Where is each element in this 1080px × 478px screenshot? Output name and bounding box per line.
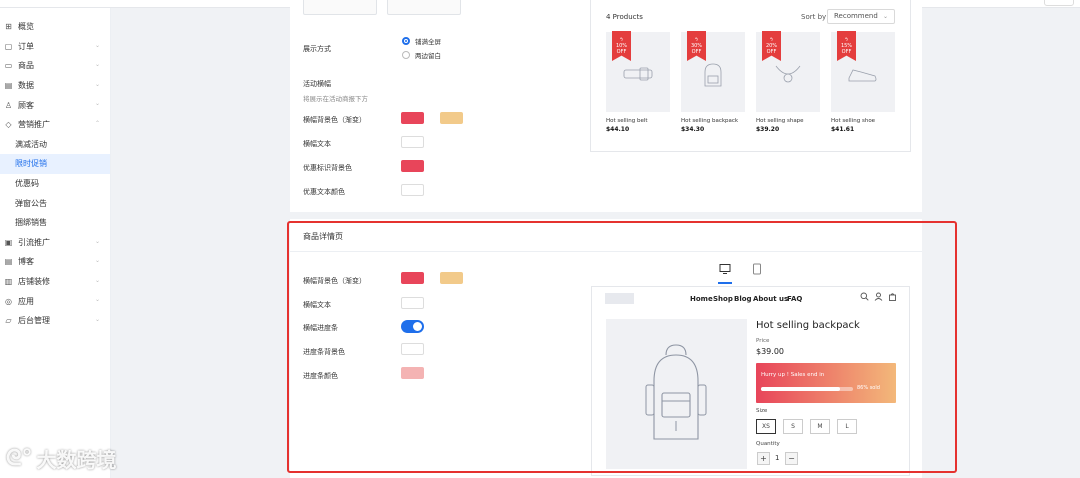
sidebar-item-store-design[interactable]: ▥ 店铺装修 ⌄ bbox=[0, 272, 110, 292]
app-icon: ◎ bbox=[5, 296, 12, 306]
shoe-icon bbox=[848, 69, 877, 82]
product-price: $39.20 bbox=[756, 126, 780, 133]
product-name: Hot selling belt bbox=[606, 118, 648, 124]
watermark: ᘓ° 大数跨境 bbox=[6, 444, 117, 473]
discount-ribbon: ϟ 20% OFF bbox=[762, 31, 781, 61]
sidebar-item-marketing[interactable]: ◇ 营销推广 ⌃ bbox=[0, 115, 110, 135]
color-swatch-tan[interactable] bbox=[440, 112, 463, 124]
sidebar-sub-flash-sale[interactable]: 限时促销 bbox=[0, 154, 110, 174]
chevron-down-icon: ⌄ bbox=[94, 41, 100, 49]
watermark-text: 大数跨境 bbox=[36, 448, 117, 472]
sidebar-sub-coupon[interactable]: 优惠码 bbox=[0, 174, 110, 194]
chevron-down-icon: ⌄ bbox=[882, 13, 888, 20]
product-card[interactable]: ϟ 10% OFF bbox=[606, 31, 670, 112]
sidebar: ⊞ 概览 ▢ 订单 ⌄ ▭ 商品 ⌄ ▤ 数据 ⌄ ♙ 顾客 ⌄ ◇ 营销推广 ⌃ 满减活动 限时促销… bbox=[0, 8, 111, 478]
sidebar-sub-full-reduction[interactable]: 满减活动 bbox=[0, 135, 110, 155]
chevron-down-icon: ⌄ bbox=[94, 296, 100, 304]
grid-icon: ⊞ bbox=[5, 22, 12, 32]
radio-fullscreen-label: 铺满全屏 bbox=[415, 38, 441, 46]
backpack-icon bbox=[704, 63, 722, 87]
sidebar-sub-popup[interactable]: 弹窗公告 bbox=[0, 193, 110, 213]
display-mode-label: 展示方式 bbox=[303, 45, 331, 53]
chevron-down-icon: ⌄ bbox=[94, 315, 100, 323]
watermark-logo: ᘓ° bbox=[6, 446, 33, 471]
color-swatch-white[interactable] bbox=[401, 136, 424, 148]
belt-icon bbox=[623, 67, 653, 81]
product-list-preview: 4 Products Sort by Recommend ⌄ ϟ 10% OFF ϟ3… bbox=[590, 0, 911, 152]
banner-hint: 将展示在活动商报下方 bbox=[303, 95, 368, 103]
product-name: Hot selling backpack bbox=[681, 118, 739, 124]
radio-fullscreen[interactable] bbox=[402, 37, 410, 45]
chevron-up-icon: ⌃ bbox=[94, 119, 100, 127]
input-box[interactable] bbox=[303, 0, 377, 15]
product-card[interactable]: ϟ 15% OFF bbox=[831, 31, 895, 112]
chevron-down-icon: ⌄ bbox=[94, 80, 100, 88]
product-name: Hot selling shoe bbox=[831, 118, 876, 124]
product-price: $34.30 bbox=[681, 126, 705, 133]
product-price: $41.61 bbox=[831, 126, 855, 133]
necklace-icon bbox=[775, 65, 801, 83]
sort-select[interactable]: Recommend ⌄ bbox=[827, 9, 895, 24]
discount-ribbon: ϟ 15% OFF bbox=[837, 31, 856, 61]
sidebar-item-overview[interactable]: ⊞ 概览 bbox=[0, 17, 110, 37]
discount-tag-bg-label: 优惠标识背景色 bbox=[303, 164, 352, 172]
banner-label: 活动横幅 bbox=[303, 80, 331, 88]
order-icon: ▢ bbox=[4, 41, 13, 51]
radio-margins-label: 两边留白 bbox=[415, 52, 441, 60]
product-name: Hot selling shape bbox=[756, 118, 804, 124]
product-card[interactable]: ϟ 30% OFF bbox=[681, 31, 745, 112]
color-swatch-white[interactable] bbox=[401, 184, 424, 196]
banner-bg-label: 横幅背景色（渐变） bbox=[303, 116, 366, 124]
product-card[interactable]: ϟ 20% OFF bbox=[756, 31, 820, 112]
product-count: 4 Products bbox=[606, 13, 643, 21]
chevron-down-icon: ⌄ bbox=[94, 276, 100, 284]
product-icon: ▭ bbox=[4, 61, 13, 71]
highlight-box bbox=[287, 221, 957, 473]
color-swatch-red[interactable] bbox=[401, 160, 424, 172]
tag-icon: ◇ bbox=[5, 120, 12, 130]
promo-icon: ▣ bbox=[4, 237, 13, 247]
input-box[interactable] bbox=[387, 0, 461, 15]
chevron-down-icon: ⌄ bbox=[94, 237, 100, 245]
sidebar-item-traffic[interactable]: ▣ 引流推广 ⌄ bbox=[0, 233, 110, 253]
sidebar-item-data[interactable]: ▤ 数据 ⌄ bbox=[0, 76, 110, 96]
sidebar-item-products[interactable]: ▭ 商品 ⌄ bbox=[0, 56, 110, 76]
user-icon: ♙ bbox=[4, 100, 13, 110]
sidebar-item-apps[interactable]: ◎ 应用 ⌄ bbox=[0, 291, 110, 311]
discount-ribbon: ϟ 10% OFF bbox=[612, 31, 631, 61]
discount-ribbon: ϟ 30% OFF bbox=[687, 31, 706, 61]
sort-label: Sort by bbox=[801, 13, 827, 21]
blog-icon: ▤ bbox=[4, 257, 13, 267]
chevron-down-icon: ⌄ bbox=[94, 100, 100, 108]
discount-text-color-label: 优惠文本颜色 bbox=[303, 188, 345, 196]
data-icon: ▤ bbox=[4, 81, 13, 91]
banner-text-label: 横幅文本 bbox=[303, 140, 331, 148]
store-icon: ▥ bbox=[4, 277, 13, 287]
sidebar-item-blog[interactable]: ▤ 博客 ⌄ bbox=[0, 252, 110, 272]
top-right-button[interactable] bbox=[1044, 0, 1074, 6]
radio-margins[interactable] bbox=[402, 51, 410, 59]
chevron-down-icon: ⌄ bbox=[94, 257, 100, 265]
sidebar-item-customers[interactable]: ♙ 顾客 ⌄ bbox=[0, 95, 110, 115]
sidebar-item-admin[interactable]: ▱ 后台管理 ⌄ bbox=[0, 311, 110, 331]
product-price: $44.10 bbox=[606, 126, 630, 133]
color-swatch-red[interactable] bbox=[401, 112, 424, 124]
chevron-down-icon: ⌄ bbox=[94, 61, 100, 69]
sidebar-sub-bundle[interactable]: 捆绑销售 bbox=[0, 213, 110, 233]
sidebar-item-orders[interactable]: ▢ 订单 ⌄ bbox=[0, 37, 110, 57]
admin-icon: ▱ bbox=[5, 316, 12, 326]
